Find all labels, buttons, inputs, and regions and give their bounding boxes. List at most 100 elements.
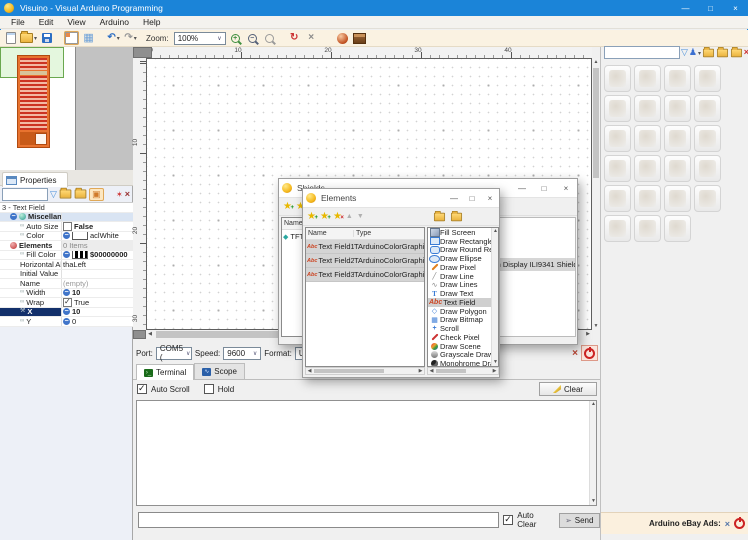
zoom-reset-button[interactable] bbox=[262, 31, 277, 45]
property-filter-input[interactable] bbox=[2, 187, 48, 201]
redo-dropdown-icon[interactable]: ▾ bbox=[134, 35, 137, 42]
terminal-scrollbar[interactable]: ▲ ▼ bbox=[589, 401, 596, 505]
property-row-wrap[interactable]: ∞Wrap True bbox=[0, 298, 133, 308]
minimize-button[interactable]: — bbox=[673, 0, 698, 16]
component-button[interactable] bbox=[694, 185, 721, 212]
folder-up-icon[interactable] bbox=[716, 46, 728, 57]
property-row-horizontal-align[interactable]: Horizontal Align thaLeft bbox=[0, 260, 133, 270]
redo-button[interactable]: ↷ ▾ bbox=[123, 31, 138, 45]
component-button[interactable] bbox=[634, 185, 661, 212]
toggle-grid-button[interactable]: ▦ bbox=[81, 31, 96, 45]
scroll-down-icon[interactable]: ▼ bbox=[592, 322, 600, 330]
new-project-button[interactable] bbox=[3, 31, 18, 45]
component-button[interactable] bbox=[604, 95, 631, 122]
element-type-item[interactable]: T Draw Text bbox=[428, 289, 491, 298]
component-button[interactable] bbox=[694, 95, 721, 122]
element-row[interactable]: Abc Text Field2 TArduinoColorGraphic. bbox=[306, 254, 424, 268]
element-type-item[interactable]: Grayscale Draw S bbox=[428, 351, 491, 359]
element-row[interactable]: Abc Text Field1 TArduinoColorGraphic. bbox=[306, 240, 424, 254]
element-type-item[interactable]: + Scroll bbox=[428, 324, 491, 333]
close-button[interactable]: × bbox=[723, 0, 748, 16]
element-type-item[interactable]: Draw Round Rec bbox=[428, 246, 491, 254]
property-group-miscellaneous[interactable]: −Miscellaneous bbox=[0, 212, 133, 222]
maximize-button[interactable]: □ bbox=[533, 179, 555, 197]
element-type-item[interactable]: Draw Ellipse bbox=[428, 254, 491, 263]
component-button[interactable] bbox=[694, 65, 721, 92]
element-type-item[interactable]: Draw Rectangle bbox=[428, 237, 491, 246]
tab-scope[interactable]: ∿ Scope bbox=[194, 363, 245, 379]
element-type-item[interactable]: ╱ Draw Line bbox=[428, 272, 491, 281]
added-list-hscrollbar[interactable]: ◀ ▶ bbox=[305, 367, 425, 375]
component-button[interactable] bbox=[664, 95, 691, 122]
collapse-all-icon[interactable] bbox=[450, 210, 463, 221]
add-element-icon[interactable]: ★ bbox=[307, 211, 318, 223]
open-project-button[interactable]: ▾ bbox=[20, 31, 37, 45]
tab-terminal[interactable]: ›_ Terminal bbox=[136, 364, 195, 380]
scroll-right-icon[interactable]: ▶ bbox=[584, 330, 592, 339]
property-row-y[interactable]: ∞ Y −0 bbox=[0, 317, 133, 327]
available-list-vscrollbar[interactable]: ▲ ▼ bbox=[491, 228, 498, 366]
move-down-icon[interactable]: ▼ bbox=[357, 213, 364, 220]
component-button[interactable] bbox=[634, 125, 661, 152]
property-row-color[interactable]: ∞ Color − aclWhite bbox=[0, 231, 133, 241]
package-button[interactable] bbox=[352, 31, 367, 45]
element-row[interactable]: Abc Text Field3 TArduinoColorGraphic. bbox=[306, 268, 424, 282]
folder-open-icon[interactable] bbox=[730, 46, 742, 57]
list-header[interactable]: Name Type bbox=[306, 228, 424, 240]
scroll-up-icon[interactable]: ▲ bbox=[492, 228, 498, 235]
close-button[interactable]: × bbox=[481, 189, 499, 207]
collapse-icon[interactable]: − bbox=[63, 251, 70, 259]
filter-icon[interactable]: ▽ bbox=[681, 48, 688, 57]
terminal-output[interactable]: ▲ ▼ bbox=[136, 400, 597, 506]
collapse-icon[interactable]: − bbox=[63, 289, 70, 297]
auto-clear-checkbox[interactable] bbox=[503, 514, 514, 525]
tools-icon[interactable]: × bbox=[125, 189, 130, 199]
categorize-button[interactable]: ▣ bbox=[88, 187, 104, 201]
insert-element-icon[interactable]: ★ bbox=[320, 211, 331, 223]
collapse-icon[interactable]: − bbox=[10, 213, 17, 221]
scroll-left-icon[interactable]: ◀ bbox=[428, 368, 435, 374]
scroll-up-icon[interactable]: ▲ bbox=[590, 401, 597, 408]
scroll-right-icon[interactable]: ▶ bbox=[491, 368, 498, 374]
design-overview[interactable] bbox=[0, 47, 76, 170]
menu-help[interactable]: Help bbox=[136, 17, 167, 27]
save-project-button[interactable] bbox=[39, 31, 54, 45]
wrap-checkbox[interactable] bbox=[63, 298, 72, 307]
element-type-item[interactable]: Draw Scene bbox=[428, 342, 491, 351]
scroll-left-icon[interactable]: ◀ bbox=[146, 330, 154, 339]
undo-dropdown-icon[interactable]: ▾ bbox=[117, 35, 120, 42]
disconnect-tools-icon[interactable]: × bbox=[572, 348, 578, 359]
component-button[interactable] bbox=[664, 155, 691, 182]
hold-checkbox[interactable] bbox=[203, 384, 214, 394]
scroll-up-icon[interactable]: ▲ bbox=[592, 58, 600, 66]
collapse-icon[interactable]: − bbox=[63, 317, 70, 325]
scroll-right-icon[interactable]: ▶ bbox=[417, 368, 424, 374]
element-type-item[interactable]: Draw Pixel bbox=[428, 263, 491, 272]
help-button[interactable] bbox=[335, 31, 350, 45]
component-search-input[interactable] bbox=[604, 46, 680, 59]
component-button[interactable] bbox=[694, 155, 721, 182]
component-button[interactable] bbox=[604, 155, 631, 182]
fill-color-swatch[interactable] bbox=[72, 250, 88, 259]
element-type-item[interactable]: ▦ Draw Bitmap bbox=[428, 316, 491, 325]
collapse-icon[interactable]: − bbox=[63, 308, 70, 316]
minimize-button[interactable]: — bbox=[445, 189, 463, 207]
tab-properties[interactable]: Properties bbox=[2, 172, 68, 187]
component-button[interactable] bbox=[604, 215, 631, 242]
component-button[interactable] bbox=[604, 65, 631, 92]
speed-combobox[interactable]: 9600 ∨ bbox=[223, 346, 262, 360]
type-column-header[interactable]: Type bbox=[354, 230, 424, 237]
component-button[interactable] bbox=[634, 215, 661, 242]
elements-dialog-titlebar[interactable]: Elements — □ × bbox=[303, 189, 499, 208]
component-button[interactable] bbox=[604, 125, 631, 152]
ad-power-icon[interactable] bbox=[734, 518, 745, 529]
component-button[interactable] bbox=[664, 65, 691, 92]
connect-power-button[interactable] bbox=[581, 345, 598, 361]
scroll-down-icon[interactable]: ▼ bbox=[492, 359, 498, 366]
maximize-button[interactable]: □ bbox=[698, 0, 723, 16]
menu-file[interactable]: File bbox=[4, 17, 32, 27]
close-button[interactable]: × bbox=[555, 179, 577, 197]
auto-size-checkbox[interactable] bbox=[63, 222, 72, 231]
send-button[interactable]: ➢ Send bbox=[558, 512, 600, 528]
property-row-fill-color[interactable]: ∞ Fill Color − $00000000 bbox=[0, 250, 133, 260]
